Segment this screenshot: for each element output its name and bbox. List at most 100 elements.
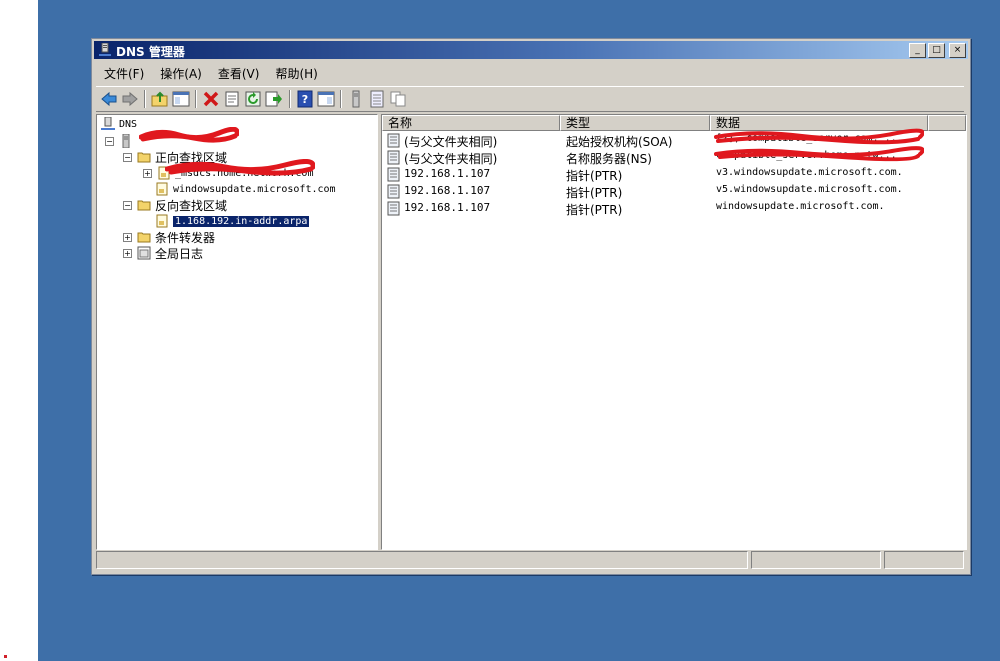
cell-name: (与父文件夹相同) [404,135,498,149]
status-bar [96,551,964,569]
dns-root-icon [101,117,115,130]
tree-node-reverse-zones[interactable]: − 反向查找区域 [123,197,227,213]
menu-help[interactable]: 帮助(H) [267,63,325,83]
forward-arrow-icon[interactable] [121,90,139,108]
tree-node-server[interactable]: − [105,133,137,149]
table-row[interactable]: 192.168.1.107 指针(PTR) v3.windowsupdate.m… [382,166,966,183]
collapse-toggle[interactable]: − [105,136,114,146]
tree-node-forward-zone-2[interactable]: windowsupdate.microsoft.com [155,181,336,197]
dns-manager-window: DNS 管理器 _ □ × 文件(F) 操作(A) 查看(V) 帮助(H) ? … [91,38,971,575]
toolbar-separator [340,90,342,108]
tree-node-global-logs[interactable]: + 全局日志 [123,245,203,261]
record-icon [387,133,400,148]
status-pane-3 [884,551,964,569]
help-icon[interactable]: ? [296,90,314,108]
refresh-icon[interactable] [244,90,262,108]
zone-file-icon [158,166,170,180]
column-header-name[interactable]: 名称 [382,115,560,131]
tree-node-forward-zones[interactable]: − 正向查找区域 [123,149,227,165]
menu-bar: 文件(F) 操作(A) 查看(V) 帮助(H) [96,63,326,83]
folder-icon [137,152,151,163]
cell-name: 192.168.1.107 [404,167,491,180]
dns-server-icon [99,43,111,56]
server-icon[interactable] [347,90,365,108]
zone-file-icon [156,182,168,196]
record-icon [387,167,400,182]
copy-icon[interactable] [389,90,407,108]
collapse-toggle[interactable]: − [123,152,132,162]
folder-icon [137,200,151,211]
minimize-button[interactable]: _ [909,43,926,58]
expand-toggle[interactable]: + [123,232,132,242]
zone-file-icon [156,214,168,228]
tree-node-conditional-forwarders[interactable]: + 条件转发器 [123,229,215,245]
cell-data: v5.windowsupdate.microsoft.com. [716,184,903,195]
tree-node-reverse-zone-1[interactable]: 1.168.192.in-addr.arpa [155,213,310,229]
column-header-data[interactable]: 数据 [710,115,928,131]
console-tree[interactable]: DNS − − 正向查找区域 + _msdcs.home.network.com… [96,114,378,550]
toolbar-separator [289,90,291,108]
back-arrow-icon[interactable] [100,90,118,108]
console-window-icon[interactable] [317,90,335,108]
tree-label: 反向查找区域 [155,198,228,213]
show-hide-tree-icon[interactable] [172,90,190,108]
folder-icon [137,232,151,243]
tree-label-selected: 1.168.192.in-addr.arpa [173,215,310,227]
redaction-scribble [139,127,239,143]
status-pane-2 [751,551,881,569]
tree-label: 全局日志 [155,246,204,261]
server-icon [122,134,130,148]
column-header-type[interactable]: 类型 [560,115,710,131]
cell-data: v3.windowsupdate.microsoft.com. [716,167,903,178]
event-log-icon [137,246,151,260]
menu-file[interactable]: 文件(F) [96,63,152,83]
delete-icon[interactable] [202,90,220,108]
table-row[interactable]: 192.168.1.107 指针(PTR) windowsupdate.micr… [382,200,966,217]
toolbar-separator [195,90,197,108]
cell-type: 指针(PTR) [566,203,623,217]
toolbar-separator [144,90,146,108]
title-bar[interactable]: DNS 管理器 _ □ × [94,41,968,59]
tree-node-dns[interactable]: DNS [101,116,137,132]
record-icon [387,201,400,216]
cell-data: compatible_server.home.netw... [716,150,897,161]
tree-label: _msdcs.home.network.com [175,167,314,179]
cell-type: 起始授权机构(SOA) [566,135,673,149]
expand-toggle[interactable]: + [143,168,152,178]
results-list[interactable]: 名称 类型 数据 (与父文件夹相同) 起始授权机构(SOA) [2], comp… [381,114,967,550]
maximize-button[interactable]: □ [928,43,945,58]
window-title: DNS 管理器 [116,45,185,59]
expand-toggle[interactable]: + [123,248,132,258]
toolbar: ? [96,86,964,112]
tree-node-forward-zone-1[interactable]: + _msdcs.home.network.com [143,165,313,181]
tree-label: windowsupdate.microsoft.com [173,183,336,195]
menu-action[interactable]: 操作(A) [152,63,210,83]
export-list-icon[interactable] [265,90,283,108]
red-dot [4,655,7,658]
table-row[interactable]: (与父文件夹相同) 起始授权机构(SOA) [2], compatible_se… [382,132,966,149]
cell-type: 指针(PTR) [566,186,623,200]
cell-data: [2], compatible_server.com, ... [716,133,903,144]
table-row[interactable]: 192.168.1.107 指针(PTR) v5.windowsupdate.m… [382,183,966,200]
record-icon [387,150,400,165]
tree-label: DNS [119,118,138,130]
svg-text:?: ? [302,93,308,106]
table-row[interactable]: (与父文件夹相同) 名称服务器(NS) compatible_server.ho… [382,149,966,166]
tree-label: 正向查找区域 [155,150,228,165]
properties-icon[interactable] [223,90,241,108]
collapse-toggle[interactable]: − [123,200,132,210]
menu-view[interactable]: 查看(V) [210,63,268,83]
cell-type: 指针(PTR) [566,169,623,183]
cell-name: (与父文件夹相同) [404,152,498,166]
cell-name: 192.168.1.107 [404,184,491,197]
status-pane-1 [96,551,748,569]
up-folder-icon[interactable] [151,90,169,108]
close-button[interactable]: × [949,43,966,58]
cell-data: windowsupdate.microsoft.com. [716,201,885,212]
record-icon [387,184,400,199]
cell-name: 192.168.1.107 [404,201,491,214]
tree-label: 条件转发器 [155,230,216,245]
list-icon[interactable] [368,90,386,108]
cell-type: 名称服务器(NS) [566,152,652,166]
column-header-filler [928,115,966,131]
